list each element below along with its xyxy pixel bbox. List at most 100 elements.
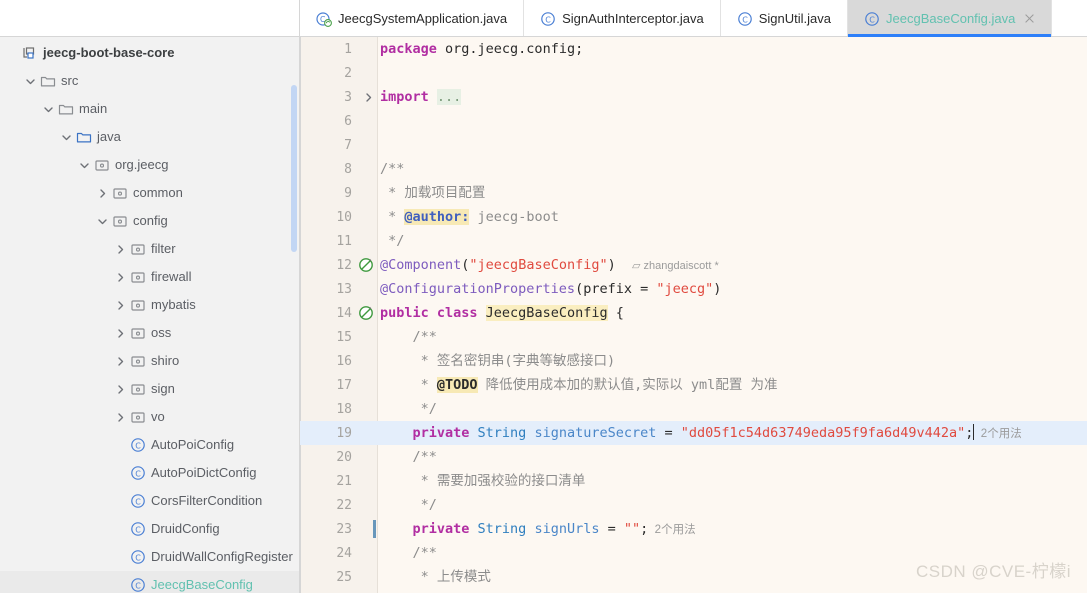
chevron-right-icon[interactable] [114, 327, 127, 340]
code-line[interactable]: 26 * 本地: local\Minio: minio\阿里云: alioss [300, 589, 1087, 593]
chevron-down-icon[interactable] [42, 103, 55, 116]
code-text: package org.jeecg.config; [380, 37, 583, 61]
bean-icon[interactable] [354, 253, 380, 277]
code-line[interactable]: 2 [300, 61, 1087, 85]
chevron-right-icon[interactable] [114, 243, 127, 256]
code-line[interactable]: 1 package org.jeecg.config; [300, 37, 1087, 61]
editor-area: CJeecgSystemApplication.javaCSignAuthInt… [300, 0, 1087, 593]
tree-item-label: sign [151, 381, 175, 397]
code-text: */ [380, 397, 437, 421]
editor-tab-jeecgbaseconfig[interactable]: CJeecgBaseConfig.java [848, 0, 1052, 36]
editor-tab-label: SignAuthInterceptor.java [562, 11, 704, 26]
tree-item-jeecgbaseconfig[interactable]: CJeecgBaseConfig [0, 571, 300, 593]
tree-item-filter[interactable]: filter [0, 235, 300, 263]
folder-icon [58, 101, 74, 117]
fold-chevron-right-icon[interactable] [362, 91, 372, 101]
tree-item-corsfiltercondition[interactable]: CCorsFilterCondition [0, 487, 300, 515]
editor-tab-signauthinterceptor[interactable]: CSignAuthInterceptor.java [524, 0, 721, 36]
chevron-right-icon[interactable] [96, 187, 109, 200]
tree-item-mybatis[interactable]: mybatis [0, 291, 300, 319]
code-line[interactable]: 3import ... [300, 85, 1087, 109]
code-line[interactable]: 22 */ [300, 493, 1087, 517]
code-surface[interactable]: 1 package org.jeecg.config; 2 3import ...67… [300, 37, 1087, 593]
tree-item-label: java [97, 129, 121, 145]
gutter-slot [354, 325, 380, 349]
code-line[interactable]: 14public class JeecgBaseConfig { [300, 301, 1087, 325]
chevron-right-icon[interactable] [114, 299, 127, 312]
gutter-slot [354, 157, 380, 181]
tree-item-common[interactable]: common [0, 179, 300, 207]
code-line[interactable]: 12@Component("jeecgBaseConfig") ⏥ zhangd… [300, 253, 1087, 277]
bean-icon[interactable] [354, 301, 380, 325]
code-line[interactable]: 10 * @author: jeecg-boot [300, 205, 1087, 229]
tree-item-oss[interactable]: oss [0, 319, 300, 347]
tree-item-java[interactable]: java [0, 123, 300, 151]
chevron-right-icon[interactable] [114, 355, 127, 368]
editor-tab-signutil[interactable]: C SignUtil.java [721, 0, 848, 36]
line-number: 8 [300, 162, 354, 177]
chevron-down-icon[interactable] [96, 215, 109, 228]
tree-item-firewall[interactable]: firewall [0, 263, 300, 291]
code-text: * 加载项目配置 [380, 181, 485, 205]
editor-tab-bar[interactable]: CJeecgSystemApplication.javaCSignAuthInt… [300, 0, 1087, 37]
code-lines[interactable]: 1 package org.jeecg.config; 2 3import ...67… [300, 37, 1087, 593]
code-line[interactable]: 20 /** [300, 445, 1087, 469]
gutter-slot [354, 421, 380, 445]
java-class-icon: C [737, 11, 752, 26]
line-number: 12 [300, 258, 354, 273]
code-line[interactable]: 23 private String signUrls = ""; 2个用法 [300, 517, 1087, 541]
tree-item-jeecg-boot-base-core[interactable]: jeecg-boot-base-core [0, 39, 300, 67]
code-line[interactable]: 15 /** [300, 325, 1087, 349]
source-folder-icon [76, 129, 92, 145]
tree-item-org-jeecg[interactable]: org.jeecg [0, 151, 300, 179]
code-line[interactable]: 17 * @TODO 降低使用成本加的默认值,实际以 yml配置 为准 [300, 373, 1087, 397]
gutter-slot [354, 445, 380, 469]
chevron-right-icon[interactable] [114, 271, 127, 284]
code-line[interactable]: 6 [300, 109, 1087, 133]
line-number: 2 [300, 66, 354, 81]
gutter-slot [354, 61, 380, 85]
package-icon [94, 157, 110, 173]
code-line[interactable]: 13@ConfigurationProperties(prefix = "jee… [300, 277, 1087, 301]
package-icon [130, 409, 146, 425]
tree-item-src[interactable]: src [0, 67, 300, 95]
editor-tab-label: SignUtil.java [759, 11, 831, 26]
code-text: */ [380, 229, 404, 253]
close-icon[interactable] [1024, 13, 1035, 24]
tree-item-config[interactable]: config [0, 207, 300, 235]
code-line[interactable]: 16 * 签名密钥串(字典等敏感接口) [300, 349, 1087, 373]
line-number: 1 [300, 42, 354, 57]
tree-item-sign[interactable]: sign [0, 375, 300, 403]
gutter-slot [354, 541, 380, 565]
code-line[interactable]: 8/** [300, 157, 1087, 181]
code-line[interactable]: 19 private String signatureSecret = "dd0… [300, 421, 1087, 445]
editor-tab-jeecgsystemapplication[interactable]: CJeecgSystemApplication.java [300, 0, 524, 36]
changed-line-marker[interactable] [373, 520, 376, 538]
tree-item-autopoidictconfig[interactable]: CAutoPoiDictConfig [0, 459, 300, 487]
chevron-down-icon[interactable] [24, 75, 37, 88]
tree-item-main[interactable]: main [0, 95, 300, 123]
code-line[interactable]: 9 * 加载项目配置 [300, 181, 1087, 205]
chevron-right-icon[interactable] [114, 383, 127, 396]
code-line[interactable]: 7 [300, 133, 1087, 157]
tree-item-vo[interactable]: vo [0, 403, 300, 431]
gutter-slot [354, 229, 380, 253]
code-line[interactable]: 18 */ [300, 397, 1087, 421]
tree-item-shiro[interactable]: shiro [0, 347, 300, 375]
editor-tab-label: JeecgSystemApplication.java [338, 11, 507, 26]
chevron-down-icon[interactable] [60, 131, 73, 144]
tree-item-druidconfig[interactable]: CDruidConfig [0, 515, 300, 543]
chevron-right-icon[interactable] [114, 411, 127, 424]
sidebar-scrollbar[interactable] [291, 85, 297, 252]
line-number: 9 [300, 186, 354, 201]
tree-item-autopoiconfig[interactable]: CAutoPoiConfig [0, 431, 300, 459]
code-line[interactable]: 21 * 需要加强校验的接口清单 [300, 469, 1087, 493]
chevron-down-icon[interactable] [78, 159, 91, 172]
tree-item-druidwallconfigregister[interactable]: CDruidWallConfigRegister [0, 543, 300, 571]
java-class-icon: C [130, 549, 146, 565]
project-tree[interactable]: jeecg-boot-base-coresrcmain java org.jeecg… [0, 37, 300, 593]
code-text: /** [380, 445, 437, 469]
project-sidebar[interactable]: jeecg-boot-base-coresrcmain java org.jeecg… [0, 0, 300, 593]
gutter-slot [354, 109, 380, 133]
code-line[interactable]: 11 */ [300, 229, 1087, 253]
